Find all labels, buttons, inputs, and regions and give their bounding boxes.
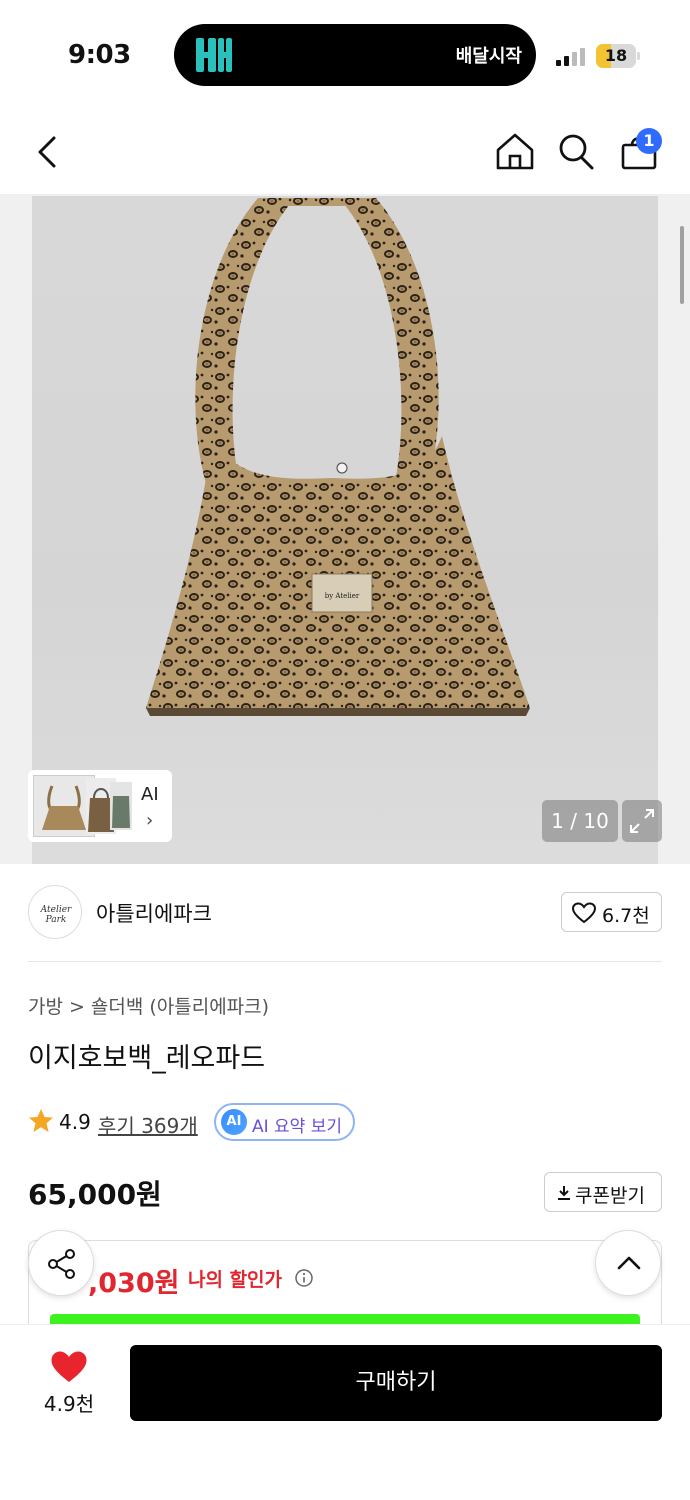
rating-value: 4.9 <box>59 1110 91 1134</box>
star-icon <box>29 1109 53 1132</box>
battery-icon: 18 <box>596 44 640 68</box>
seller-logo[interactable]: Atelier Park <box>28 885 82 939</box>
back-icon[interactable] <box>30 132 66 172</box>
image-counter: 1 / 10 <box>542 800 618 842</box>
expand-icon <box>630 809 654 833</box>
scroll-top-button[interactable] <box>595 1230 661 1296</box>
seller-logo-text: Atelier Park <box>40 905 72 925</box>
reviews-link[interactable]: 후기 369개 <box>98 1110 198 1139</box>
wishlist-count: 4.9천 <box>43 1392 95 1416</box>
product-image-gallery[interactable]: by Atelier <box>0 194 690 864</box>
breadcrumb[interactable]: 가방 > 숄더백 (아틀리에파크) <box>28 992 275 1019</box>
cart-badge: 1 <box>636 128 662 154</box>
heart-filled-icon[interactable] <box>50 1350 88 1384</box>
bag-label-text: by Atelier <box>325 592 360 600</box>
coupon-label: 쿠폰받기 <box>575 1185 645 1207</box>
ai-label: AI <box>141 784 159 805</box>
cellular-signal-icon <box>556 48 585 66</box>
leopard-bag-image: by Atelier <box>146 198 530 716</box>
ai-thumbnail-button[interactable]: AI › <box>28 770 172 842</box>
breadcrumb-category[interactable]: 가방 <box>28 996 63 1018</box>
status-time: 9:03 <box>68 40 131 70</box>
heart-outline-icon <box>572 902 596 924</box>
chevron-right-icon: › <box>146 810 154 831</box>
breadcrumb-subcategory[interactable]: 숄더백 <box>91 996 143 1018</box>
share-button[interactable] <box>28 1230 94 1296</box>
expand-button[interactable] <box>622 800 662 842</box>
search-icon[interactable] <box>556 130 596 172</box>
share-icon <box>48 1249 75 1279</box>
buy-button[interactable]: 구매하기 <box>130 1345 662 1421</box>
coupon-button[interactable]: 쿠폰받기 <box>544 1172 662 1212</box>
discount-label: 나의 할인가 <box>188 1269 283 1291</box>
product-price: 65,000원 <box>28 1178 162 1211</box>
seller-name[interactable]: 아틀리에파크 <box>96 898 212 928</box>
product-title: 이지호보백_레오파드 <box>28 1043 266 1074</box>
product-photo[interactable]: by Atelier <box>32 196 658 864</box>
ai-summary-label: AI 요약 보기 <box>252 1117 343 1137</box>
divider <box>28 961 662 962</box>
ai-chip-icon: AI <box>221 1109 247 1135</box>
chevron-up-icon <box>617 1256 641 1270</box>
ai-summary-button[interactable]: AI AI 요약 보기 <box>214 1103 355 1141</box>
scroll-indicator <box>680 226 684 304</box>
breadcrumb-separator: > <box>68 996 85 1018</box>
like-button[interactable]: 6.7천 <box>561 892 662 932</box>
dynamic-island[interactable]: 배달시작 <box>174 24 536 86</box>
thumbnail-image <box>110 782 132 830</box>
breadcrumb-brand[interactable]: (아틀리에파크) <box>149 996 269 1018</box>
baemin-logo-icon <box>196 38 232 72</box>
island-status-text: 배달시작 <box>455 46 522 67</box>
info-icon[interactable] <box>294 1268 314 1288</box>
battery-level: 18 <box>604 46 628 65</box>
like-count: 6.7천 <box>602 905 650 927</box>
download-icon <box>558 1186 570 1200</box>
home-icon[interactable] <box>494 130 536 172</box>
discount-price: ,030원 <box>88 1268 180 1299</box>
